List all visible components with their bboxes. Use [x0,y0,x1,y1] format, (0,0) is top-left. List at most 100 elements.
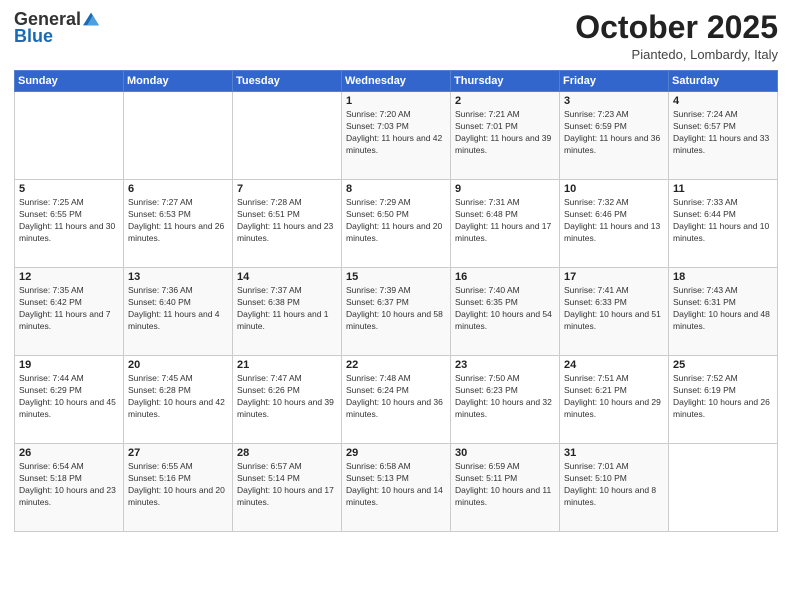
calendar-cell: 10 Sunrise: 7:32 AM Sunset: 6:46 PM Dayli… [560,180,669,268]
day-number: 1 [346,95,446,107]
calendar-cell: 11Sunrise: 7:33 AM Sunset: 6:44 PM Dayli… [669,180,778,268]
calendar-cell: 26 Sunrise: 6:54 AM Sunset: 5:18 PM Dayli… [15,444,124,532]
calendar-cell: 22 Sunrise: 7:48 AM Sunset: 6:24 PM Dayli… [342,356,451,444]
day-number: 7 [237,183,337,195]
calendar-cell: 15Sunrise: 7:39 AM Sunset: 6:37 PM Dayli… [342,268,451,356]
day-info: Sunrise: 7:32 AM Sunset: 6:46 PM Dayligh… [564,197,664,245]
day-info: Sunrise: 6:59 AM Sunset: 5:11 PM Dayligh… [455,461,555,509]
day-info: Sunrise: 7:35 AM Sunset: 6:42 PM Dayligh… [19,285,119,333]
calendar-cell: 19 Sunrise: 7:44 AM Sunset: 6:29 PM Dayli… [15,356,124,444]
day-number: 8 [346,183,446,195]
day-number: 20 [128,359,228,371]
calendar-cell: 18 Sunrise: 7:43 AM Sunset: 6:31 PM Dayli… [669,268,778,356]
location: Piantedo, Lombardy, Italy [575,47,778,62]
day-number: 18 [673,271,773,283]
calendar-week-row: 1 Sunrise: 7:20 AM Sunset: 7:03 PM Daylig… [15,92,778,180]
calendar-cell: 17Sunrise: 7:41 AM Sunset: 6:33 PM Dayli… [560,268,669,356]
calendar-cell: 4Sunrise: 7:24 AM Sunset: 6:57 PM Daylig… [669,92,778,180]
calendar-cell: 2 Sunrise: 7:21 AM Sunset: 7:01 PM Daylig… [451,92,560,180]
day-number: 27 [128,447,228,459]
day-info: Sunrise: 7:41 AM Sunset: 6:33 PM Dayligh… [564,285,664,333]
calendar-cell [124,92,233,180]
calendar-cell: 21Sunrise: 7:47 AM Sunset: 6:26 PM Dayli… [233,356,342,444]
calendar-week-row: 5 Sunrise: 7:25 AM Sunset: 6:55 PM Daylig… [15,180,778,268]
day-number: 28 [237,447,337,459]
weekday-header-row: SundayMondayTuesdayWednesdayThursdayFrid… [15,71,778,92]
calendar-cell: 6 Sunrise: 7:27 AM Sunset: 6:53 PM Daylig… [124,180,233,268]
calendar-cell: 1 Sunrise: 7:20 AM Sunset: 7:03 PM Daylig… [342,92,451,180]
calendar-cell: 14 Sunrise: 7:37 AM Sunset: 6:38 PM Dayli… [233,268,342,356]
calendar-cell: 12 Sunrise: 7:35 AM Sunset: 6:42 PM Dayli… [15,268,124,356]
day-number: 29 [346,447,446,459]
day-info: Sunrise: 7:47 AM Sunset: 6:26 PM Dayligh… [237,373,337,421]
logo-blue: Blue [14,26,53,47]
calendar-cell: 23Sunrise: 7:50 AM Sunset: 6:23 PM Dayli… [451,356,560,444]
weekday-header: Saturday [669,71,778,92]
calendar-cell [669,444,778,532]
day-number: 19 [19,359,119,371]
day-info: Sunrise: 7:01 AM Sunset: 5:10 PM Dayligh… [564,461,664,509]
calendar-cell: 20 Sunrise: 7:45 AM Sunset: 6:28 PM Dayli… [124,356,233,444]
calendar-cell: 9 Sunrise: 7:31 AM Sunset: 6:48 PM Daylig… [451,180,560,268]
calendar-cell: 27 Sunrise: 6:55 AM Sunset: 5:16 PM Dayli… [124,444,233,532]
day-number: 24 [564,359,664,371]
day-info: Sunrise: 7:44 AM Sunset: 6:29 PM Dayligh… [19,373,119,421]
calendar-cell: 7 Sunrise: 7:28 AM Sunset: 6:51 PM Daylig… [233,180,342,268]
day-number: 2 [455,95,555,107]
day-info: Sunrise: 7:21 AM Sunset: 7:01 PM Dayligh… [455,109,555,157]
day-number: 14 [237,271,337,283]
day-number: 10 [564,183,664,195]
day-info: Sunrise: 7:40 AM Sunset: 6:35 PM Dayligh… [455,285,555,333]
day-number: 11 [673,183,773,195]
month-title: October 2025 [575,10,778,45]
calendar-cell: 30Sunrise: 6:59 AM Sunset: 5:11 PM Dayli… [451,444,560,532]
day-info: Sunrise: 7:25 AM Sunset: 6:55 PM Dayligh… [19,197,119,245]
weekday-header: Tuesday [233,71,342,92]
weekday-header: Sunday [15,71,124,92]
weekday-header: Friday [560,71,669,92]
day-info: Sunrise: 6:55 AM Sunset: 5:16 PM Dayligh… [128,461,228,509]
calendar-cell: 5 Sunrise: 7:25 AM Sunset: 6:55 PM Daylig… [15,180,124,268]
calendar-cell: 25 Sunrise: 7:52 AM Sunset: 6:19 PM Dayli… [669,356,778,444]
day-info: Sunrise: 7:51 AM Sunset: 6:21 PM Dayligh… [564,373,664,421]
weekday-header: Thursday [451,71,560,92]
calendar-cell: 16 Sunrise: 7:40 AM Sunset: 6:35 PM Dayli… [451,268,560,356]
calendar: SundayMondayTuesdayWednesdayThursdayFrid… [14,70,778,532]
day-info: Sunrise: 7:48 AM Sunset: 6:24 PM Dayligh… [346,373,446,421]
day-number: 31 [564,447,664,459]
calendar-cell: 28Sunrise: 6:57 AM Sunset: 5:14 PM Dayli… [233,444,342,532]
calendar-cell [15,92,124,180]
calendar-week-row: 19 Sunrise: 7:44 AM Sunset: 6:29 PM Dayli… [15,356,778,444]
day-number: 13 [128,271,228,283]
day-number: 16 [455,271,555,283]
day-info: Sunrise: 7:20 AM Sunset: 7:03 PM Dayligh… [346,109,446,157]
day-info: Sunrise: 6:54 AM Sunset: 5:18 PM Dayligh… [19,461,119,509]
day-info: Sunrise: 7:24 AM Sunset: 6:57 PM Dayligh… [673,109,773,157]
calendar-cell: 13 Sunrise: 7:36 AM Sunset: 6:40 PM Dayli… [124,268,233,356]
day-info: Sunrise: 7:31 AM Sunset: 6:48 PM Dayligh… [455,197,555,245]
day-number: 22 [346,359,446,371]
calendar-cell: 31 Sunrise: 7:01 AM Sunset: 5:10 PM Dayli… [560,444,669,532]
day-number: 9 [455,183,555,195]
day-info: Sunrise: 7:28 AM Sunset: 6:51 PM Dayligh… [237,197,337,245]
day-number: 5 [19,183,119,195]
calendar-cell: 8Sunrise: 7:29 AM Sunset: 6:50 PM Daylig… [342,180,451,268]
day-number: 23 [455,359,555,371]
weekday-header: Monday [124,71,233,92]
day-info: Sunrise: 7:45 AM Sunset: 6:28 PM Dayligh… [128,373,228,421]
day-info: Sunrise: 7:36 AM Sunset: 6:40 PM Dayligh… [128,285,228,333]
day-info: Sunrise: 7:43 AM Sunset: 6:31 PM Dayligh… [673,285,773,333]
day-info: Sunrise: 6:58 AM Sunset: 5:13 PM Dayligh… [346,461,446,509]
calendar-week-row: 26 Sunrise: 6:54 AM Sunset: 5:18 PM Dayli… [15,444,778,532]
day-number: 6 [128,183,228,195]
day-info: Sunrise: 7:37 AM Sunset: 6:38 PM Dayligh… [237,285,337,333]
day-info: Sunrise: 7:52 AM Sunset: 6:19 PM Dayligh… [673,373,773,421]
day-number: 3 [564,95,664,107]
calendar-cell: 3Sunrise: 7:23 AM Sunset: 6:59 PM Daylig… [560,92,669,180]
title-block: October 2025 Piantedo, Lombardy, Italy [575,10,778,62]
day-number: 26 [19,447,119,459]
day-info: Sunrise: 7:27 AM Sunset: 6:53 PM Dayligh… [128,197,228,245]
day-number: 12 [19,271,119,283]
day-number: 25 [673,359,773,371]
calendar-cell: 24 Sunrise: 7:51 AM Sunset: 6:21 PM Dayli… [560,356,669,444]
